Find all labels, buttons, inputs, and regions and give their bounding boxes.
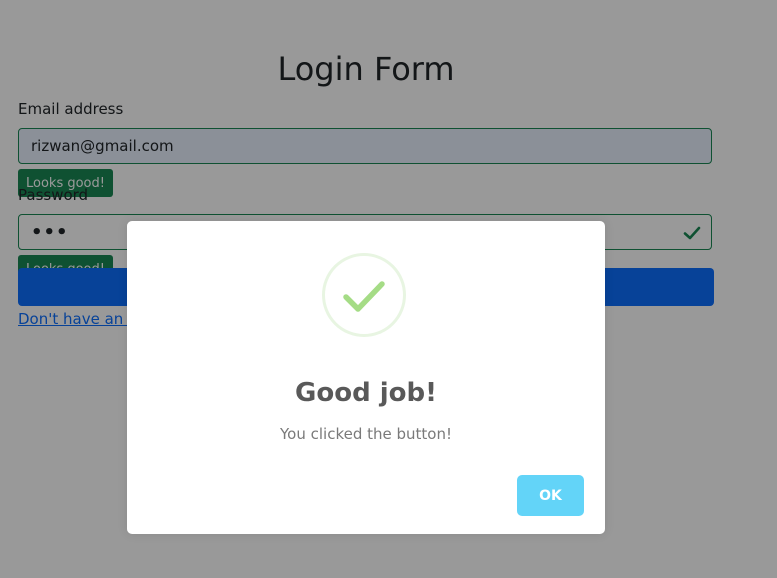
ok-button[interactable]: OK: [517, 475, 584, 516]
dialog-message: You clicked the button!: [280, 425, 452, 443]
dialog-title: Good job!: [295, 378, 437, 408]
success-dialog: Good job! You clicked the button! OK: [127, 221, 605, 534]
checkmark-success-icon: [322, 253, 406, 337]
